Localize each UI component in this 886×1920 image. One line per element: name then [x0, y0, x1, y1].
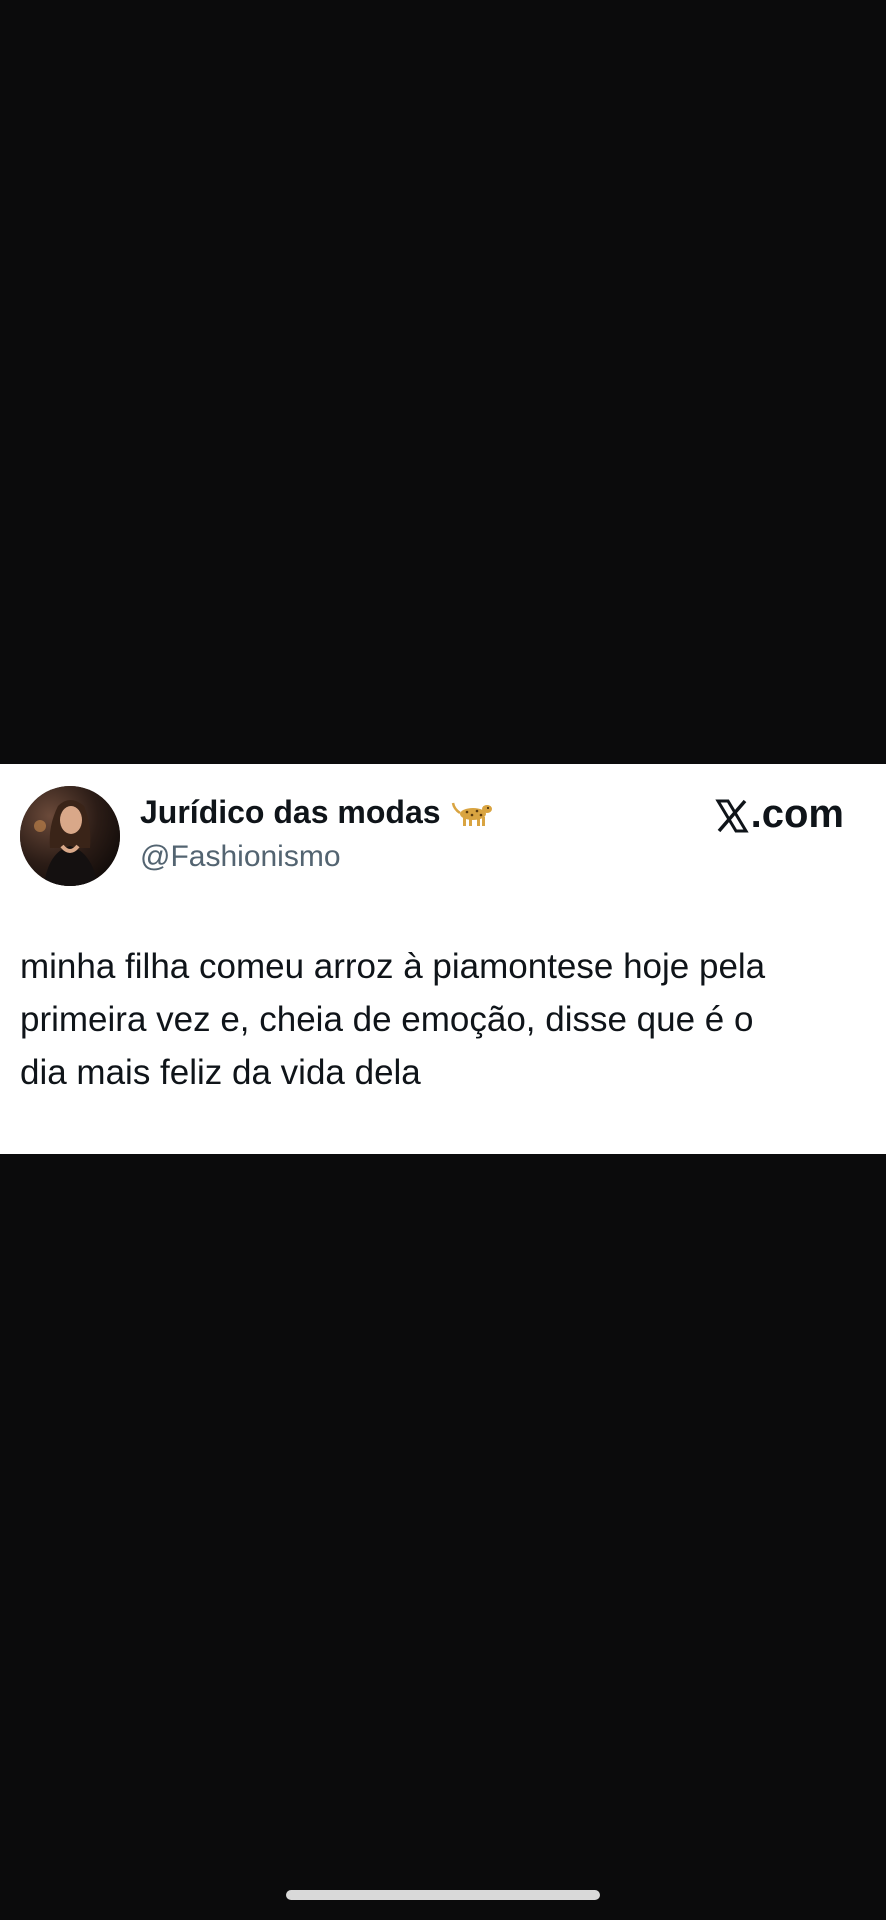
display-name-text: Jurídico das modas: [140, 794, 441, 830]
screen: Jurídico das modas @Fashionismo .com min…: [0, 0, 886, 1920]
tweet-card[interactable]: Jurídico das modas @Fashionismo .com min…: [0, 764, 886, 1154]
x-logo-icon: [714, 799, 749, 832]
avatar-photo: [20, 786, 120, 886]
tweet-text: minha filha comeu arroz à piamontese hoj…: [20, 940, 860, 1099]
brand-label: .com: [750, 792, 844, 836]
tweet-text-line: primeira vez e, cheia de emoção, disse q…: [20, 1000, 754, 1039]
display-name[interactable]: Jurídico das modas: [140, 794, 495, 831]
leopard-icon: [451, 797, 495, 829]
user-handle[interactable]: @Fashionismo: [140, 840, 341, 874]
avatar[interactable]: [20, 786, 120, 886]
tweet-text-line: minha filha comeu arroz à piamontese hoj…: [20, 947, 766, 986]
x-brand[interactable]: .com: [714, 792, 844, 837]
tweet-text-line: dia mais feliz da vida dela: [20, 1053, 421, 1092]
home-indicator[interactable]: [286, 1890, 600, 1900]
